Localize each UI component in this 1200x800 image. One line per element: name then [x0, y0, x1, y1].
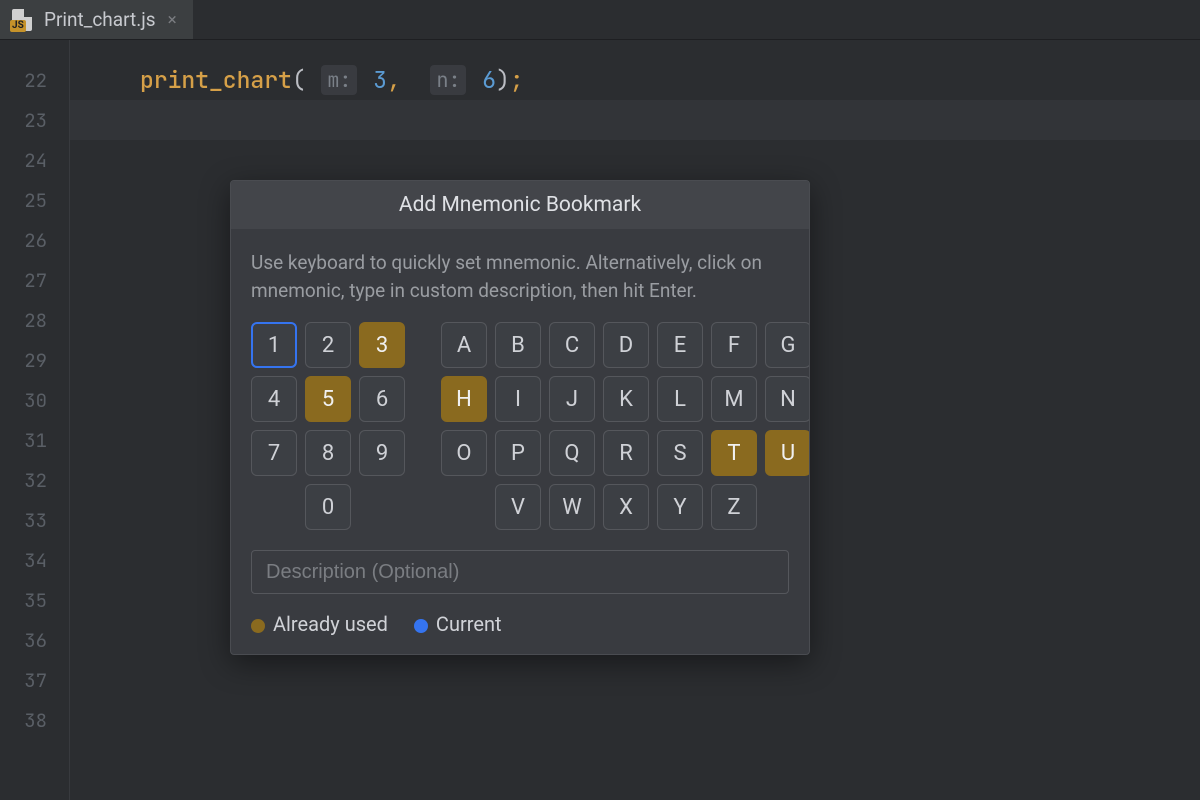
tab-filename: Print_chart.js	[44, 8, 156, 31]
mnemonic-key-Y[interactable]: Y	[657, 484, 703, 530]
mnemonic-key-H[interactable]: H	[441, 376, 487, 422]
mnemonic-key-Z[interactable]: Z	[711, 484, 757, 530]
mnemonic-key-N[interactable]: N	[765, 376, 810, 422]
line-number: 34	[0, 540, 69, 580]
mnemonic-key-4[interactable]: 4	[251, 376, 297, 422]
mnemonic-key-U[interactable]: U	[765, 430, 810, 476]
mnemonic-key-C[interactable]: C	[549, 322, 595, 368]
popup-hint-text: Use keyboard to quickly set mnemonic. Al…	[251, 249, 789, 304]
mnemonic-key-L[interactable]: L	[657, 376, 703, 422]
line-number: 25	[0, 180, 69, 220]
close-icon[interactable]: ×	[166, 10, 179, 30]
mnemonic-key-D[interactable]: D	[603, 322, 649, 368]
mnemonic-key-J[interactable]: J	[549, 376, 595, 422]
code-line-23[interactable]	[70, 100, 1200, 140]
line-number: 29	[0, 340, 69, 380]
mnemonic-key-8[interactable]: 8	[305, 430, 351, 476]
mnemonic-key-W[interactable]: W	[549, 484, 595, 530]
mnemonic-key-5[interactable]: 5	[305, 376, 351, 422]
legend-current: Current	[414, 612, 502, 636]
mnemonic-key-P[interactable]: P	[495, 430, 541, 476]
mnemonic-key-X[interactable]: X	[603, 484, 649, 530]
mnemonic-key-3[interactable]: 3	[359, 322, 405, 368]
line-number: 27	[0, 260, 69, 300]
popup-title: Add Mnemonic Bookmark	[231, 181, 809, 229]
editor-tab[interactable]: JS Print_chart.js ×	[0, 0, 194, 39]
mnemonic-key-S[interactable]: S	[657, 430, 703, 476]
line-number: 31	[0, 420, 69, 460]
line-number: 24	[0, 140, 69, 180]
line-number: 22	[0, 60, 69, 100]
line-number: 28	[0, 300, 69, 340]
line-number: 38	[0, 700, 69, 740]
mnemonic-key-B[interactable]: B	[495, 322, 541, 368]
line-number: 33	[0, 500, 69, 540]
legend: Already used Current	[251, 612, 789, 636]
mnemonic-bookmark-popup: Add Mnemonic Bookmark Use keyboard to qu…	[230, 180, 810, 655]
line-number: 30	[0, 380, 69, 420]
mnemonic-key-7[interactable]: 7	[251, 430, 297, 476]
mnemonic-key-M[interactable]: M	[711, 376, 757, 422]
mnemonic-key-F[interactable]: F	[711, 322, 757, 368]
mnemonic-key-E[interactable]: E	[657, 322, 703, 368]
mnemonic-key-0[interactable]: 0	[305, 484, 351, 530]
mnemonic-key-G[interactable]: G	[765, 322, 810, 368]
line-number-gutter: 2223242526272829303132333435363738	[0, 40, 70, 800]
line-number: 26	[0, 220, 69, 260]
mnemonic-key-T[interactable]: T	[711, 430, 757, 476]
mnemonic-key-Q[interactable]: Q	[549, 430, 595, 476]
mnemonic-key-O[interactable]: O	[441, 430, 487, 476]
line-number: 32	[0, 460, 69, 500]
code-line-22[interactable]: print_chart( m: 3, n: 6);	[70, 60, 1200, 100]
mnemonic-key-1[interactable]: 1	[251, 322, 297, 368]
legend-used: Already used	[251, 612, 388, 636]
mnemonic-key-I[interactable]: I	[495, 376, 541, 422]
description-input[interactable]	[251, 550, 789, 594]
editor: 2223242526272829303132333435363738 print…	[0, 40, 1200, 800]
line-number: 36	[0, 620, 69, 660]
line-number: 37	[0, 660, 69, 700]
mnemonic-key-grid: 1234567890 ABCDEFGHIJKLMNOPQRSTUVWXYZ	[251, 322, 789, 530]
js-file-icon: JS	[10, 8, 34, 32]
code-area[interactable]: print_chart( m: 3, n: 6); Add Mnemonic B…	[70, 40, 1200, 800]
editor-tab-bar: JS Print_chart.js ×	[0, 0, 1200, 40]
mnemonic-key-A[interactable]: A	[441, 322, 487, 368]
line-number: 23	[0, 100, 69, 140]
mnemonic-key-9[interactable]: 9	[359, 430, 405, 476]
mnemonic-key-V[interactable]: V	[495, 484, 541, 530]
mnemonic-key-K[interactable]: K	[603, 376, 649, 422]
line-number: 35	[0, 580, 69, 620]
mnemonic-key-6[interactable]: 6	[359, 376, 405, 422]
mnemonic-key-2[interactable]: 2	[305, 322, 351, 368]
mnemonic-key-R[interactable]: R	[603, 430, 649, 476]
